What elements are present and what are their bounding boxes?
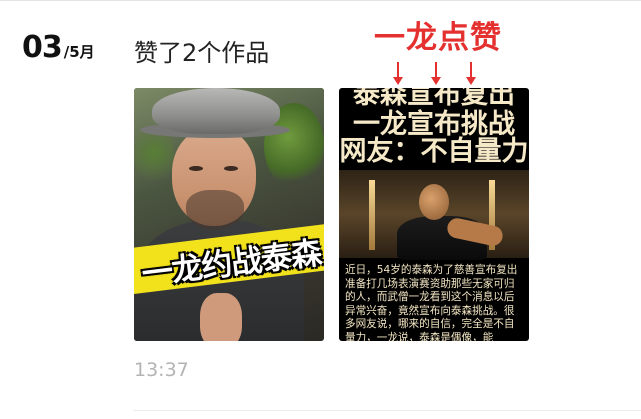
person-hand (200, 293, 242, 341)
person-head (419, 184, 449, 220)
timestamp: 13:37 (134, 359, 189, 381)
down-arrow-icon (430, 62, 442, 86)
date-month: /5月 (63, 43, 95, 61)
person-eye (224, 166, 238, 171)
activity-feed-item: 03/5月 赞了2个作品 一龙点赞 一龙约战泰森 泰森宣布复出 一龙宣布挑战 网… (0, 0, 641, 419)
activity-title: 赞了2个作品 (134, 39, 270, 67)
bottom-divider (133, 410, 641, 411)
person-eye (189, 166, 203, 171)
thumbnail-headline-line: 网友：不自量力 (339, 136, 529, 167)
down-arrow-icon (465, 62, 477, 86)
hat (152, 88, 280, 134)
thumbnail-headline-line: 泰森宣布复出 (353, 88, 515, 110)
work-thumbnail-2[interactable]: 泰森宣布复出 一龙宣布挑战 网友：不自量力 近日，54岁的泰森为了慈善宣布复出准… (339, 88, 529, 341)
person-beard (186, 190, 244, 230)
date-label: 03/5月 (22, 30, 95, 65)
down-arrow-icon (392, 62, 404, 86)
date-day: 03 (22, 30, 63, 65)
work-thumbnail-1[interactable]: 一龙约战泰森 (134, 88, 324, 341)
gym-light (369, 180, 375, 250)
top-divider (0, 0, 641, 1)
thumbnail-body-text: 近日，54岁的泰森为了慈善宣布复出准备打几场表演赛资助那些无家可归的人，而武僧一… (345, 264, 518, 341)
annotation-label: 一龙点赞 (374, 20, 502, 56)
